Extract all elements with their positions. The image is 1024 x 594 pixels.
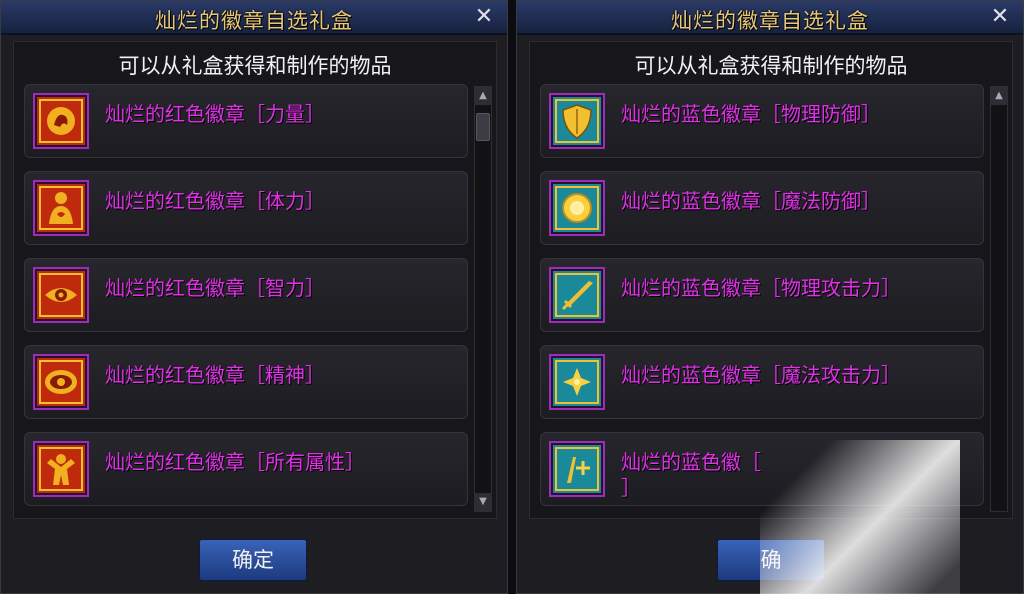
scrollbar[interactable]: ▲ ▼ xyxy=(474,86,492,512)
list-item[interactable]: 灿烂的蓝色徽章［物理攻击力］ xyxy=(540,258,984,332)
chevron-down-icon: ▼ xyxy=(479,496,487,507)
close-button[interactable]: ✕ xyxy=(471,4,497,30)
red-vitality-badge-icon xyxy=(33,180,89,236)
list-item[interactable]: 灿烂的蓝色徽章［物理防御］ xyxy=(540,84,984,158)
title-bar[interactable]: 灿烂的徽章自选礼盒 ✕ xyxy=(517,1,1023,35)
item-list-frame: 可以从礼盒获得和制作的物品 灿烂的蓝色徽章［物理防御］ 灿烂的蓝色徽章［魔法防御… xyxy=(529,41,1013,519)
close-icon: ✕ xyxy=(990,4,1010,29)
window-title: 灿烂的徽章自选礼盒 xyxy=(671,9,869,33)
list-item[interactable]: 灿烂的红色徽章［精神］ xyxy=(24,345,468,419)
red-all-stats-badge-icon xyxy=(33,441,89,497)
window-title: 灿烂的徽章自选礼盒 xyxy=(155,9,353,33)
list-subtitle: 可以从礼盒获得和制作的物品 xyxy=(118,54,392,78)
list-item[interactable]: 灿烂的蓝色徽章［魔法防御］ xyxy=(540,171,984,245)
item-name: 灿烂的红色徽章［力量］ xyxy=(105,102,325,126)
chevron-up-icon: ▲ xyxy=(995,90,1003,101)
blue-physical-defense-badge-icon xyxy=(549,93,605,149)
item-name: 灿烂的红色徽章［所有属性］ xyxy=(105,450,365,474)
list-item[interactable]: 灿烂的红色徽章［体力］ xyxy=(24,171,468,245)
item-name: 灿烂的蓝色徽［ ］ xyxy=(621,450,761,500)
confirm-button[interactable]: 确定 xyxy=(199,539,307,581)
item-list-frame: 可以从礼盒获得和制作的物品 灿烂的红色徽章［力量］ 灿烂的红色徽章［体力］ 灿烂… xyxy=(13,41,497,519)
list-item[interactable]: 灿烂的红色徽章［智力］ xyxy=(24,258,468,332)
gift-box-window-left: 灿烂的徽章自选礼盒 ✕ 可以从礼盒获得和制作的物品 灿烂的红色徽章［力量］ 灿烂… xyxy=(0,0,508,594)
item-name: 灿烂的红色徽章［智力］ xyxy=(105,276,325,300)
blue-magic-attack-badge-icon xyxy=(549,354,605,410)
blue-physical-attack-badge-icon xyxy=(549,267,605,323)
scroll-down-button[interactable]: ▼ xyxy=(475,493,491,511)
item-name: 灿烂的蓝色徽章［魔法攻击力］ xyxy=(621,363,901,387)
list-item[interactable]: 灿烂的红色徽章［力量］ xyxy=(24,84,468,158)
item-name: 灿烂的蓝色徽章［物理攻击力］ xyxy=(621,276,901,300)
item-name: 灿烂的蓝色徽章［魔法防御］ xyxy=(621,189,881,213)
close-icon: ✕ xyxy=(474,4,494,29)
list-subtitle: 可以从礼盒获得和制作的物品 xyxy=(634,54,908,78)
item-name: 灿烂的蓝色徽章［物理防御］ xyxy=(621,102,881,126)
blue-badge-icon xyxy=(549,441,605,497)
close-button[interactable]: ✕ xyxy=(987,4,1013,30)
title-bar[interactable]: 灿烂的徽章自选礼盒 ✕ xyxy=(1,1,507,35)
red-strength-badge-icon xyxy=(33,93,89,149)
confirm-button[interactable]: 确 xyxy=(717,539,825,581)
list-item[interactable]: 灿烂的蓝色徽［ ］ xyxy=(540,432,984,506)
list-item[interactable]: 灿烂的红色徽章［所有属性］ xyxy=(24,432,468,506)
scroll-up-button[interactable]: ▲ xyxy=(991,87,1007,105)
item-name: 灿烂的红色徽章［精神］ xyxy=(105,363,325,387)
list-item[interactable]: 灿烂的蓝色徽章［魔法攻击力］ xyxy=(540,345,984,419)
scrollbar[interactable]: ▲ xyxy=(990,86,1008,512)
scroll-thumb[interactable] xyxy=(476,113,490,141)
gift-box-window-right: 灿烂的徽章自选礼盒 ✕ 可以从礼盒获得和制作的物品 灿烂的蓝色徽章［物理防御］ xyxy=(516,0,1024,594)
red-intelligence-badge-icon xyxy=(33,267,89,323)
scroll-up-button[interactable]: ▲ xyxy=(475,87,491,105)
item-name: 灿烂的红色徽章［体力］ xyxy=(105,189,325,213)
blue-magic-defense-badge-icon xyxy=(549,180,605,236)
chevron-up-icon: ▲ xyxy=(479,90,487,101)
red-spirit-badge-icon xyxy=(33,354,89,410)
